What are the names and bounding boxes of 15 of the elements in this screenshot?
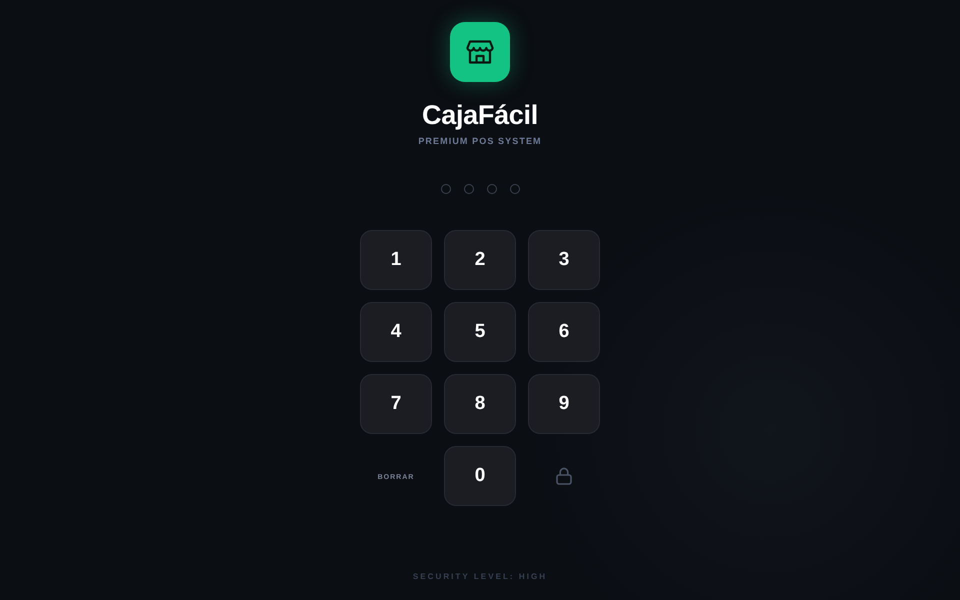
digit-key[interactable]: 6 xyxy=(528,302,600,362)
digit-key[interactable]: 9 xyxy=(528,374,600,434)
digit-key[interactable]: 0 xyxy=(444,446,516,506)
app-title: CajaFácil xyxy=(422,99,538,131)
digit-key[interactable]: 5 xyxy=(444,302,516,362)
security-level-label: SECURITY LEVEL: HIGH xyxy=(412,572,548,581)
digit-key[interactable]: 1 xyxy=(360,230,432,290)
digit-key[interactable]: 3 xyxy=(528,230,600,290)
digit-key[interactable]: 2 xyxy=(444,230,516,290)
lock-icon[interactable] xyxy=(556,467,572,485)
app-subtitle: PREMIUM POS SYSTEM xyxy=(418,135,542,147)
digit-key[interactable]: 4 xyxy=(360,302,432,362)
store-icon xyxy=(466,39,494,65)
digit-key[interactable]: 7 xyxy=(360,374,432,434)
digit-key[interactable]: 8 xyxy=(444,374,516,434)
